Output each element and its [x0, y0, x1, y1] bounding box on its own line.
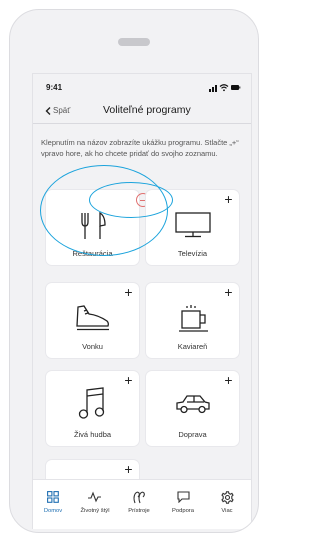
navigation-bar: Späť Voliteľné programy	[33, 103, 251, 121]
status-time: 9:41	[46, 83, 63, 92]
music-note-icon	[46, 387, 139, 421]
program-label: Televízia	[177, 249, 208, 258]
wifi-icon	[219, 84, 229, 92]
tab-bar: Domov Životný štýl Prístroje Podpora Via…	[33, 479, 251, 529]
program-card-television[interactable]: + Televízia	[146, 190, 239, 265]
tab-label: Domov	[43, 508, 63, 514]
page-title: Voliteľné programy	[103, 104, 191, 116]
program-label: Živá hudba	[73, 430, 112, 439]
add-program-button[interactable]: +	[222, 373, 235, 387]
program-card-transport[interactable]: + Doprava	[146, 371, 239, 446]
back-button[interactable]: Späť	[45, 106, 70, 115]
chevron-left-icon	[45, 106, 51, 115]
program-label: Reštaurácia	[72, 249, 113, 258]
back-label: Späť	[53, 106, 71, 115]
hearing-aids-icon	[117, 490, 161, 504]
cutlery-icon	[46, 212, 139, 240]
coffee-cup-icon	[146, 305, 239, 333]
add-program-button[interactable]: +	[222, 285, 235, 299]
program-label: Kaviareň	[177, 342, 208, 351]
phone-speaker	[118, 38, 150, 46]
tab-label: Podpora	[172, 508, 194, 514]
instructions-text: Klepnutím na názov zobrazíte ukážku prog…	[41, 138, 239, 158]
car-icon	[146, 393, 239, 415]
tab-label: Viac	[221, 508, 233, 514]
add-program-button[interactable]: +	[122, 373, 135, 387]
chat-bubble-icon	[161, 490, 205, 504]
tab-devices[interactable]: Prístroje	[117, 490, 161, 514]
tab-label: Prístroje	[128, 508, 150, 514]
program-label: Doprava	[178, 430, 207, 439]
television-icon	[146, 212, 239, 238]
tab-support[interactable]: Podpora	[161, 490, 205, 514]
status-bar: 9:41	[33, 74, 251, 96]
activity-icon	[73, 490, 117, 504]
status-icons	[209, 84, 241, 92]
grid-icon	[33, 490, 75, 504]
phone-frame: 9:41 Späť Voliteľné programy Klepnutím n…	[9, 9, 259, 533]
program-card-cafe[interactable]: + Kaviareň	[146, 283, 239, 358]
nav-divider	[33, 123, 251, 124]
tab-label: Životný štýl	[80, 508, 110, 514]
shoe-icon	[46, 305, 139, 331]
app-screen: 9:41 Späť Voliteľné programy Klepnutím n…	[32, 73, 252, 529]
program-label: Vonku	[82, 342, 103, 351]
gear-icon	[205, 490, 249, 504]
add-program-button[interactable]: +	[222, 192, 235, 206]
tab-lifestyle[interactable]: Životný štýl	[73, 490, 117, 514]
tab-home[interactable]: Domov	[33, 490, 75, 514]
program-card-outdoors[interactable]: + Vonku	[46, 283, 139, 358]
tab-more[interactable]: Viac	[205, 490, 249, 514]
add-program-button[interactable]: +	[122, 462, 135, 476]
signal-icon	[209, 85, 217, 92]
add-program-button[interactable]: +	[122, 285, 135, 299]
battery-icon	[231, 85, 241, 90]
program-card-live-music[interactable]: + Živá hudba	[46, 371, 139, 446]
program-card-restaurant[interactable]: Reštaurácia	[46, 190, 139, 265]
